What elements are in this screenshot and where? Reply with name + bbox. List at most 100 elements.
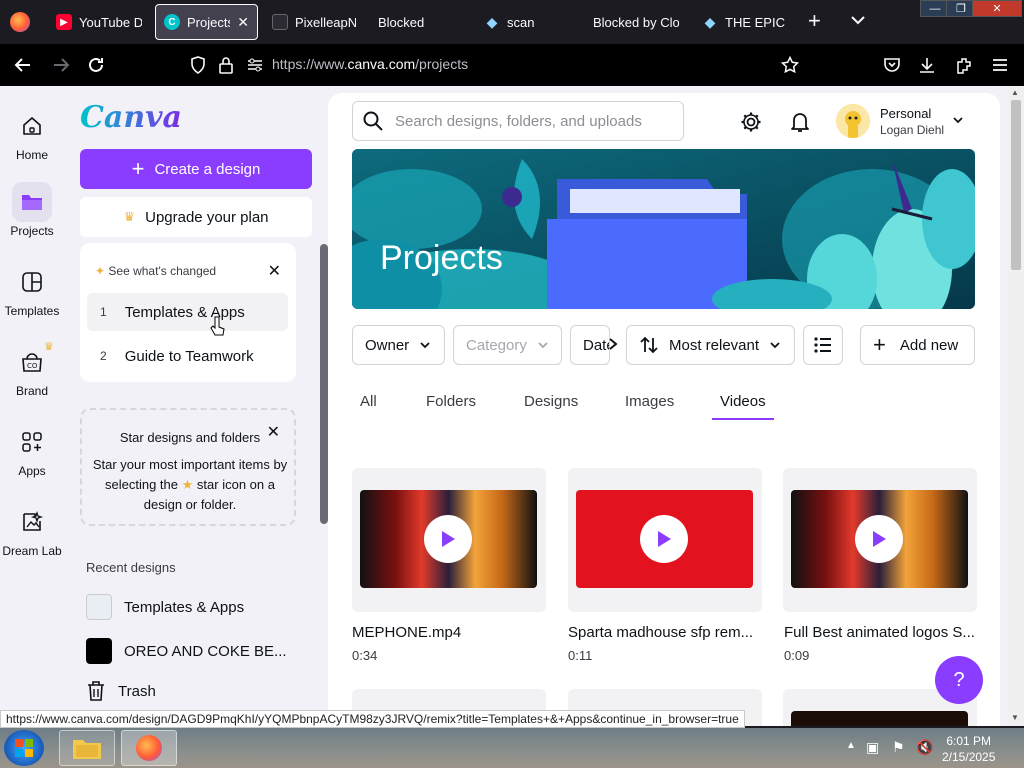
tab-designs[interactable]: Designs: [524, 393, 578, 410]
bookmark-star-icon[interactable]: [777, 52, 803, 78]
account-user: Logan Diehl: [880, 123, 945, 137]
recent-design-item[interactable]: OREO AND COKE BE...: [86, 638, 287, 664]
create-design-button[interactable]: + Create a design: [80, 149, 312, 189]
avatar[interactable]: [836, 104, 870, 138]
canva-page: Home Projects Templates CO Brand ♛ Apps: [0, 86, 1008, 726]
tab-all[interactable]: All: [360, 393, 377, 410]
tab-images[interactable]: Images: [625, 393, 674, 410]
browser-nav-bar: https://www.canva.com/projects: [0, 44, 1024, 86]
side-panel-scrollbar[interactable]: [320, 244, 328, 524]
rail-item-templates[interactable]: Templates: [0, 262, 64, 318]
play-icon[interactable]: [424, 515, 472, 563]
search-input[interactable]: Search designs, folders, and uploads: [352, 101, 684, 141]
tray-expand-icon[interactable]: ▲: [846, 740, 856, 751]
tab-epic[interactable]: ◆ THE EPICNE: [694, 4, 794, 40]
rail-item-brand[interactable]: CO Brand: [0, 342, 64, 398]
back-icon[interactable]: [10, 52, 36, 78]
status-link-url: https://www.canva.com/design/DAGD9PmqKhI…: [0, 710, 745, 728]
sparkle-hand-icon: ✦: [95, 264, 106, 278]
lock-icon[interactable]: [213, 52, 239, 78]
permissions-icon[interactable]: [242, 52, 268, 78]
play-icon[interactable]: [640, 515, 688, 563]
list-view-icon: [814, 337, 831, 353]
whats-changed-title: ✦ See what's changed: [95, 264, 217, 278]
nav-rail: Home Projects Templates CO Brand ♛ Apps: [0, 86, 64, 726]
address-bar[interactable]: https://www.canva.com/projects: [272, 56, 468, 72]
tab-blocked-cloud[interactable]: Blocked by Clou: [585, 4, 687, 40]
list-view-button[interactable]: [803, 325, 843, 365]
close-icon[interactable]: ✕: [267, 422, 280, 442]
extensions-icon[interactable]: [951, 52, 977, 78]
video-title[interactable]: MEPHONE.mp4: [352, 624, 552, 641]
crown-icon: ♛: [123, 209, 136, 224]
tab-folders[interactable]: Folders: [426, 393, 476, 410]
tab-scan[interactable]: ◆ scan: [476, 4, 576, 40]
upgrade-plan-button[interactable]: ♛ Upgrade your plan: [80, 197, 312, 237]
epic-icon: ◆: [704, 13, 716, 30]
sort-arrows-icon: [640, 336, 658, 354]
canva-logo[interactable]: Canva: [80, 100, 182, 135]
rail-item-apps[interactable]: Apps: [0, 422, 64, 478]
category-filter[interactable]: Category: [453, 325, 562, 365]
pocket-icon[interactable]: [879, 52, 905, 78]
start-button[interactable]: [4, 730, 44, 766]
scan-icon: ◆: [486, 13, 498, 30]
video-card[interactable]: [352, 468, 546, 612]
page-scrollbar[interactable]: ▲ ▼: [1008, 86, 1024, 726]
scroll-up-icon[interactable]: ▲: [1011, 88, 1019, 97]
video-title[interactable]: Full Best animated logos S...: [784, 624, 984, 641]
whats-changed-item[interactable]: 1 Templates & Apps: [87, 293, 288, 331]
tab-projects[interactable]: C Projects - ✕: [155, 4, 258, 40]
rail-item-dreamlab[interactable]: Dream Lab: [0, 502, 64, 558]
tab-youtube[interactable]: ▶ YouTube Do: [48, 4, 150, 40]
new-tab-button[interactable]: +: [808, 8, 821, 34]
chevron-down-icon[interactable]: [952, 114, 964, 126]
firefox-taskbar-button[interactable]: [121, 730, 177, 766]
scroll-filters-arrow-icon[interactable]: [607, 337, 619, 351]
tab-videos[interactable]: Videos: [720, 393, 766, 410]
apps-icon: [12, 422, 52, 462]
close-window-button[interactable]: ✕: [972, 0, 1022, 17]
video-card[interactable]: [783, 468, 977, 612]
tab-pixelleap[interactable]: PixelleapNet: [264, 4, 364, 40]
close-tab-icon[interactable]: ✕: [237, 14, 249, 31]
date-filter[interactable]: Date: [570, 325, 610, 365]
help-button[interactable]: ?: [935, 656, 983, 704]
settings-gear-icon[interactable]: [738, 109, 764, 135]
video-duration: 0:09: [784, 648, 810, 663]
firefox-menu-icon[interactable]: [10, 12, 30, 32]
tracking-shield-icon[interactable]: [185, 52, 211, 78]
plus-icon: +: [873, 332, 886, 357]
chevron-down-icon: [538, 342, 548, 349]
add-new-button[interactable]: + Add new: [860, 325, 975, 365]
owner-filter[interactable]: Owner: [352, 325, 445, 365]
reload-icon[interactable]: [83, 52, 109, 78]
play-icon[interactable]: [855, 515, 903, 563]
video-card[interactable]: [568, 468, 762, 612]
tab-blocked[interactable]: Blocked: [370, 4, 470, 40]
volume-muted-icon[interactable]: 🔇: [916, 739, 933, 756]
system-clock[interactable]: 6:01 PM 2/15/2025: [942, 733, 995, 765]
scroll-down-icon[interactable]: ▼: [1011, 713, 1019, 722]
close-icon[interactable]: ✕: [268, 261, 281, 281]
downloads-icon[interactable]: [914, 52, 940, 78]
svg-text:CO: CO: [27, 362, 38, 370]
recent-design-item[interactable]: Templates & Apps: [86, 594, 244, 620]
windows-logo-icon: [15, 739, 33, 757]
hamburger-menu-icon[interactable]: [987, 52, 1013, 78]
network-icon[interactable]: ▣: [866, 739, 879, 756]
whats-changed-card: ✦ See what's changed ✕ 1 Templates & App…: [80, 243, 296, 382]
whats-changed-item[interactable]: 2 Guide to Teamwork: [87, 337, 288, 375]
rail-item-home[interactable]: Home: [0, 106, 64, 162]
trash-item[interactable]: Trash: [86, 680, 156, 702]
video-title[interactable]: Sparta madhouse sfp rem...: [568, 624, 768, 641]
scrollbar-thumb[interactable]: [1011, 100, 1021, 270]
sort-dropdown[interactable]: Most relevant: [626, 325, 795, 365]
rail-item-projects[interactable]: Projects: [0, 182, 64, 238]
file-explorer-taskbar-button[interactable]: [59, 730, 115, 766]
notifications-bell-icon[interactable]: [787, 109, 813, 135]
forward-icon[interactable]: [48, 52, 74, 78]
list-tabs-chevron-icon[interactable]: [850, 12, 866, 33]
account-name[interactable]: Personal: [880, 106, 931, 121]
action-center-icon[interactable]: ⚑: [892, 739, 905, 756]
